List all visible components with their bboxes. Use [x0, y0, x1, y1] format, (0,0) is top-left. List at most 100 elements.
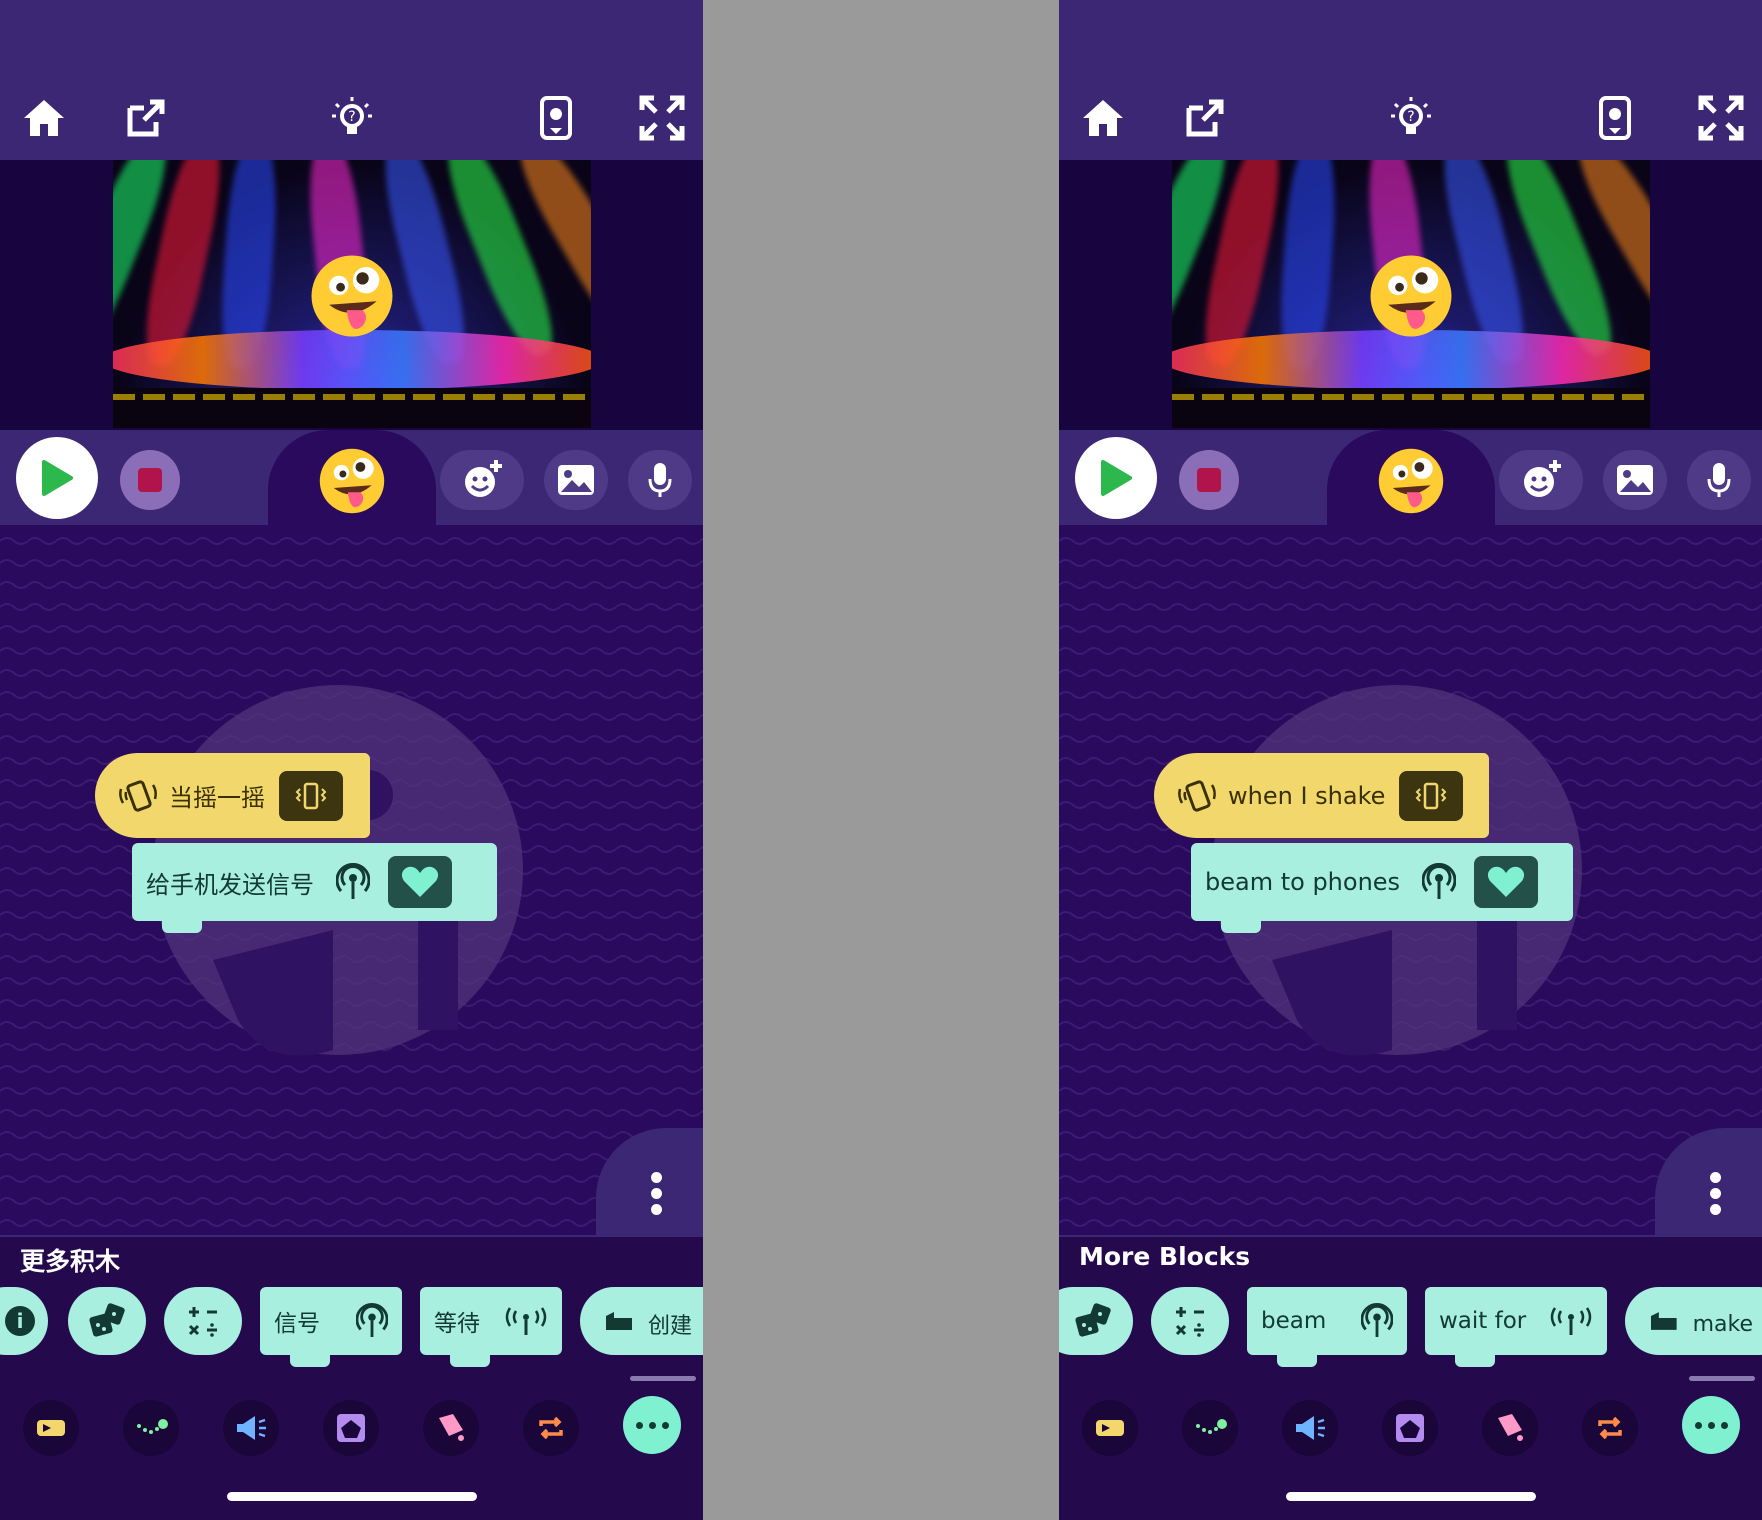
palette-beam-label: 信号 [274, 1311, 320, 1337]
phone-preview-icon[interactable] [1589, 92, 1641, 144]
share-icon[interactable] [1179, 92, 1231, 144]
category-paint[interactable] [1482, 1400, 1538, 1456]
vibrate-chip[interactable] [279, 770, 343, 821]
command-block-label: beam to phones [1205, 868, 1401, 896]
blocks-panel [1059, 1235, 1762, 1520]
broadcast-icon [356, 1303, 388, 1337]
receive-signal-icon [1550, 1307, 1592, 1335]
dice-icon [1075, 1303, 1111, 1337]
category-paint[interactable] [423, 1400, 479, 1456]
beam-to-phones-block[interactable]: beam to phones [1191, 843, 1573, 933]
beam-to-phones-block[interactable]: 给手机发送信号 [132, 843, 497, 933]
palette-wait-block[interactable]: wait for [1425, 1287, 1607, 1367]
palette-wait-block[interactable]: 等待 [420, 1287, 562, 1367]
vibrate-icon [1415, 782, 1447, 809]
play-button[interactable] [16, 437, 98, 519]
palette-beam-block[interactable]: 信号 [260, 1287, 402, 1367]
phone-preview-icon[interactable] [530, 92, 582, 144]
more-categories-icon[interactable] [1682, 1396, 1740, 1454]
vibrate-chip[interactable] [1399, 770, 1464, 821]
palette-make-block[interactable]: 创建 [580, 1287, 703, 1355]
stop-button[interactable] [120, 450, 180, 510]
concert-stage-backdrop [1172, 160, 1650, 428]
backdrop-button[interactable] [544, 450, 608, 510]
when-shake-hat-block[interactable]: when I shake [1154, 753, 1489, 838]
concert-stage-backdrop [113, 160, 591, 428]
microphone-icon [648, 463, 672, 497]
zany-face-sprite[interactable] [308, 252, 396, 340]
play-icon [42, 460, 73, 496]
events-icon [1096, 1420, 1124, 1436]
svg-text:?: ? [1407, 109, 1414, 125]
zany-face-sprite[interactable] [1367, 252, 1455, 340]
add-sprite-button[interactable] [440, 450, 524, 510]
home-icon[interactable] [18, 92, 70, 144]
math-icon [188, 1307, 217, 1337]
lightbulb-hint-icon[interactable]: ? [326, 92, 378, 144]
home-icon[interactable] [1077, 92, 1129, 144]
math-operators-block[interactable] [1151, 1287, 1229, 1355]
more-blocks-title: 更多积木 [20, 1247, 121, 1276]
palette-beam-label: beam [1261, 1308, 1327, 1334]
home-indicator [227, 1492, 477, 1501]
category-looks[interactable] [323, 1400, 379, 1456]
microphone-icon [1707, 463, 1731, 497]
lightbulb-hint-icon[interactable]: ? [1385, 92, 1437, 144]
gray-divider [703, 0, 1059, 1520]
microphone-button[interactable] [628, 450, 692, 510]
when-shake-hat-block[interactable]: 当摇一摇 [95, 753, 370, 838]
stage-area [0, 160, 703, 430]
add-sprite-icon [465, 460, 502, 497]
stop-icon [1197, 468, 1221, 492]
control-icon [539, 1416, 563, 1440]
category-events[interactable] [23, 1400, 79, 1456]
svg-text:?: ? [348, 109, 355, 125]
receive-signal-icon [505, 1307, 547, 1335]
microphone-button[interactable] [1687, 450, 1751, 510]
motion-icon [137, 1419, 168, 1434]
palette-wait-label: wait for [1439, 1308, 1527, 1334]
shake-phone-icon [119, 779, 157, 812]
heart-signal-chip[interactable] [388, 856, 452, 908]
category-motion[interactable] [123, 1400, 179, 1456]
palette-scrollbar[interactable] [630, 1376, 696, 1381]
home-indicator [1286, 1492, 1536, 1501]
play-button[interactable] [1075, 437, 1157, 519]
math-icon [1175, 1307, 1204, 1337]
hat-block-label: when I shake [1228, 781, 1386, 810]
category-motion[interactable] [1182, 1400, 1238, 1456]
more-categories-icon[interactable] [623, 1396, 681, 1454]
palette-make-label: 创建 [648, 1314, 693, 1339]
stop-button[interactable] [1179, 450, 1239, 510]
add-sprite-button[interactable] [1499, 450, 1583, 510]
random-dice-block[interactable] [1059, 1287, 1133, 1355]
paint-icon [439, 1414, 464, 1441]
broadcast-icon [1361, 1303, 1393, 1337]
palette-beam-block[interactable]: beam [1247, 1287, 1407, 1367]
comparison-stage: ? 当摇一摇 给手机发送信号 更多积木 i 信号 等待 创建 ? when I … [0, 0, 1762, 1520]
category-looks[interactable] [1382, 1400, 1438, 1456]
sprite-emoji-icon[interactable] [317, 446, 387, 516]
backdrop-button[interactable] [1603, 450, 1667, 510]
left-phone-screen: ? 当摇一摇 给手机发送信号 更多积木 i 信号 等待 创建 [0, 0, 703, 1520]
heart-signal-chip[interactable] [1474, 856, 1539, 908]
category-events[interactable] [1082, 1400, 1138, 1456]
fullscreen-icon[interactable] [636, 92, 688, 144]
fullscreen-icon[interactable] [1695, 92, 1747, 144]
category-control[interactable] [523, 1400, 579, 1456]
kebab-menu-icon[interactable] [651, 1172, 663, 1216]
stage-area [1059, 160, 1762, 430]
play-icon [1101, 460, 1132, 496]
share-icon[interactable] [120, 92, 172, 144]
looks-icon [337, 1414, 365, 1442]
sprite-emoji-icon[interactable] [1376, 446, 1446, 516]
kebab-menu-icon[interactable] [1710, 1172, 1722, 1216]
category-control[interactable] [1582, 1400, 1638, 1456]
palette-scrollbar[interactable] [1689, 1376, 1755, 1381]
category-sound[interactable] [223, 1400, 279, 1456]
category-sound[interactable] [1282, 1400, 1338, 1456]
palette-make-block[interactable]: make [1625, 1287, 1762, 1355]
top-bar: ? [1059, 0, 1762, 160]
random-dice-block[interactable] [68, 1287, 146, 1355]
math-operators-block[interactable] [164, 1287, 242, 1355]
